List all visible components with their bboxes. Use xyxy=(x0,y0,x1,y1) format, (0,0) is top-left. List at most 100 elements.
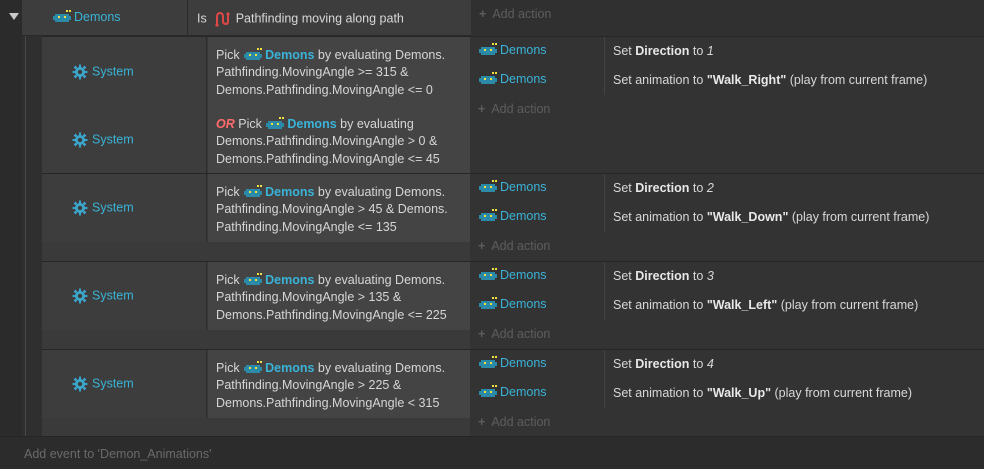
action-text[interactable]: Set animation to "Walk_Down" (play from … xyxy=(613,203,929,224)
action-row[interactable]: Demons Set animation to "Walk_Down" (pla… xyxy=(478,203,984,232)
sub-event[interactable]: System Pick Demons by evaluating Demons.… xyxy=(42,349,984,437)
action-text[interactable]: Set animation to "Walk_Left" (play from … xyxy=(613,291,918,312)
condition-text[interactable]: Pick Demons by evaluating Demons. Pathfi… xyxy=(208,37,470,106)
demon-sprite-icon xyxy=(266,117,285,130)
plus-icon: + xyxy=(478,415,486,429)
pathfinding-icon xyxy=(215,11,230,27)
condition-text[interactable]: OR Pick Demons by evaluating Demons.Path… xyxy=(208,106,470,174)
action-mid: to xyxy=(692,357,704,371)
action-object-name: Demons xyxy=(500,268,547,282)
action-text[interactable]: Set Direction to 1 xyxy=(613,37,714,58)
condition-description: Pathfinding moving along path xyxy=(235,11,404,26)
condition-object-cell[interactable]: System xyxy=(42,37,207,106)
action-row[interactable]: Demons Set animation to "Walk_Up" (play … xyxy=(478,379,984,408)
action-row[interactable]: Demons Set Direction to 2 xyxy=(478,174,984,203)
condition-object-cell[interactable]: System xyxy=(42,174,207,242)
event-gutter xyxy=(0,0,22,436)
pick-object-name: Demons xyxy=(287,117,337,131)
parent-actions-area[interactable]: + Add action xyxy=(471,0,984,36)
add-action-link[interactable]: + Add action xyxy=(478,239,550,253)
demon-sprite-icon xyxy=(479,43,497,56)
gear-icon xyxy=(72,200,88,216)
action-object-cell[interactable]: Demons xyxy=(478,66,605,95)
parent-condition-object[interactable]: Demons xyxy=(22,0,188,36)
add-event-link[interactable]: Add event to 'Demon_Animations' xyxy=(24,447,212,461)
sub-event-conditions: System Pick Demons by evaluating Demons.… xyxy=(42,262,470,350)
add-action-link[interactable]: + Add action xyxy=(478,102,550,116)
action-text[interactable]: Set Direction to 4 xyxy=(613,350,714,371)
system-object: System xyxy=(72,200,134,216)
action-object-name: Demons xyxy=(500,43,547,57)
action-prefix: Set animation to xyxy=(613,210,704,224)
pick-object-name: Demons xyxy=(265,185,315,199)
sub-event[interactable]: System Pick Demons by evaluating Demons.… xyxy=(42,36,984,174)
condition-row[interactable]: System Pick Demons by evaluating Demons.… xyxy=(42,350,470,418)
action-text[interactable]: Set Direction to 3 xyxy=(613,262,714,283)
condition-text[interactable]: Pick Demons by evaluating Demons. Pathfi… xyxy=(208,350,470,418)
action-row[interactable]: Demons Set animation to "Walk_Right" (pl… xyxy=(478,66,984,95)
demon-sprite-icon xyxy=(479,297,497,310)
action-object-name: Demons xyxy=(500,297,547,311)
action-value: 1 xyxy=(706,44,714,58)
action-object-name: Demons xyxy=(500,385,547,399)
plus-icon: + xyxy=(478,239,486,253)
action-text[interactable]: Set animation to "Walk_Right" (play from… xyxy=(613,66,927,87)
action-prefix: Set animation to xyxy=(613,298,704,312)
action-keyword: Direction xyxy=(635,269,690,283)
action-keyword: "Walk_Right" xyxy=(706,73,787,87)
parent-object-name: Demons xyxy=(74,10,121,24)
action-object-cell[interactable]: Demons xyxy=(478,379,605,408)
pick-label: Pick xyxy=(216,361,240,375)
action-object-cell[interactable]: Demons xyxy=(478,37,605,66)
sub-event[interactable]: System Pick Demons by evaluating Demons.… xyxy=(42,173,984,262)
demon-sprite-icon xyxy=(244,185,263,198)
gear-icon xyxy=(72,288,88,304)
add-event-bar[interactable]: Add event to 'Demon_Animations' xyxy=(0,436,984,469)
action-object-name: Demons xyxy=(500,180,547,194)
action-row[interactable]: Demons Set Direction to 4 xyxy=(478,350,984,379)
action-object-cell[interactable]: Demons xyxy=(478,262,605,291)
add-action-link[interactable]: + Add action xyxy=(478,327,550,341)
action-prefix: Set xyxy=(613,357,632,371)
condition-object-cell[interactable]: System xyxy=(42,262,207,330)
action-keyword: Direction xyxy=(635,357,690,371)
action-object-name: Demons xyxy=(500,72,547,86)
condition-text[interactable]: Pick Demons by evaluating Demons. Pathfi… xyxy=(208,174,470,242)
collapse-arrow-icon[interactable] xyxy=(9,13,19,20)
condition-object-cell[interactable]: System xyxy=(42,350,207,418)
action-prefix: Set xyxy=(613,181,632,195)
condition-row[interactable]: System OR Pick Demons by evaluating Demo… xyxy=(42,106,470,174)
action-mid: to xyxy=(692,269,704,283)
action-object-cell[interactable]: Demons xyxy=(478,350,605,379)
demon-sprite-icon xyxy=(244,361,263,374)
parent-condition-text[interactable]: Is Pathfinding moving along path xyxy=(197,11,404,27)
condition-text[interactable]: Pick Demons by evaluating Demons. Pathfi… xyxy=(208,262,470,330)
demon-sprite-icon xyxy=(479,72,497,85)
add-action-link[interactable]: + Add action xyxy=(479,7,551,21)
system-object: System xyxy=(72,64,134,80)
demon-sprite-icon xyxy=(53,10,71,23)
action-row[interactable]: Demons Set Direction to 1 xyxy=(478,37,984,66)
action-object-cell[interactable]: Demons xyxy=(478,174,605,203)
condition-object-cell[interactable]: System xyxy=(42,106,207,174)
action-row[interactable]: Demons Set animation to "Walk_Left" (pla… xyxy=(478,291,984,320)
condition-row[interactable]: System Pick Demons by evaluating Demons.… xyxy=(42,262,470,330)
action-prefix: Set xyxy=(613,44,632,58)
subevent-indent-line xyxy=(25,36,26,436)
action-text[interactable]: Set animation to "Walk_Up" (play from cu… xyxy=(613,379,912,400)
gear-icon xyxy=(72,64,88,79)
system-label: System xyxy=(92,132,134,147)
action-suffix: (play from current frame) xyxy=(791,210,930,224)
condition-row[interactable]: System Pick Demons by evaluating Demons.… xyxy=(42,37,470,106)
system-label: System xyxy=(92,288,134,303)
action-text[interactable]: Set Direction to 2 xyxy=(613,174,714,195)
action-row[interactable]: Demons Set Direction to 3 xyxy=(478,262,984,291)
plus-icon: + xyxy=(478,327,486,341)
action-mid: to xyxy=(692,181,704,195)
sub-event[interactable]: System Pick Demons by evaluating Demons.… xyxy=(42,261,984,350)
add-action-link[interactable]: + Add action xyxy=(478,415,550,429)
action-object-cell[interactable]: Demons xyxy=(478,203,605,232)
condition-row[interactable]: System Pick Demons by evaluating Demons.… xyxy=(42,174,470,242)
action-object-cell[interactable]: Demons xyxy=(478,291,605,320)
system-label: System xyxy=(92,200,134,215)
